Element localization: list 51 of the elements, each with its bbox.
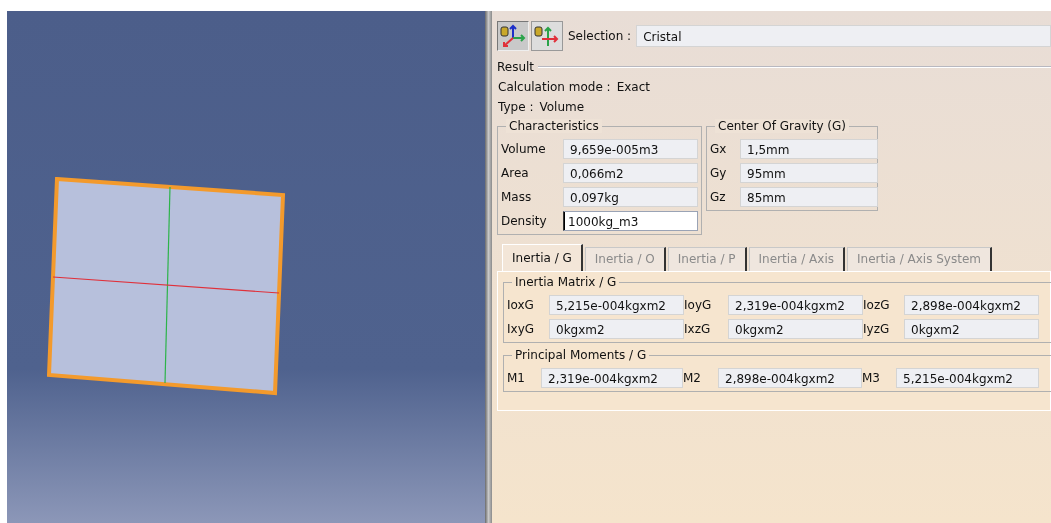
- value-field: 0kgxm2: [549, 319, 684, 339]
- field-label: IozG: [863, 298, 891, 312]
- field-label: Gz: [710, 190, 727, 204]
- field-label: IoxG: [507, 298, 535, 312]
- field-label: Density: [501, 214, 548, 228]
- value-field: 2,319e-004kgxm2: [728, 295, 863, 315]
- value-field: 0,097kg: [563, 187, 698, 207]
- tab[interactable]: Inertia / G: [502, 244, 583, 271]
- value-field: 95mm: [740, 163, 878, 183]
- value-field: 2,898e-004kgxm2: [904, 295, 1039, 315]
- value-field: 0kgxm2: [728, 319, 863, 339]
- axis-system-button[interactable]: [531, 21, 563, 51]
- result-heading: Result: [497, 60, 535, 74]
- input-field[interactable]: 1000kg_m3: [563, 211, 698, 231]
- group-title: Characteristics: [506, 119, 602, 133]
- value-field: 5,215e-004kgxm2: [549, 295, 684, 315]
- group-title: Inertia Matrix / G: [512, 275, 620, 289]
- field-label: IyzG: [863, 322, 891, 336]
- tab[interactable]: Inertia / Axis: [748, 247, 845, 271]
- value-field: 1,5mm: [740, 139, 878, 159]
- result-label: Calculation mode :: [498, 80, 611, 94]
- field-label: IxzG: [684, 322, 712, 336]
- field-label: M1: [507, 371, 526, 385]
- value-field: 85mm: [740, 187, 878, 207]
- value-field: 5,215e-004kgxm2: [896, 368, 1039, 388]
- value-field: 2,319e-004kgxm2: [541, 368, 683, 388]
- field-label: M3: [862, 371, 881, 385]
- field-label: Gx: [710, 142, 728, 156]
- field-label: IxyG: [507, 322, 536, 336]
- result-value: Volume: [539, 100, 585, 114]
- result-value: Exact: [616, 80, 650, 94]
- value-field: 9,659e-005m3: [563, 139, 698, 159]
- tab[interactable]: Inertia / O: [584, 247, 666, 271]
- tab[interactable]: Inertia / Axis System: [847, 247, 992, 271]
- tab[interactable]: Inertia / P: [667, 247, 747, 271]
- field-label: IoyG: [684, 298, 713, 312]
- value-field: 0kgxm2: [904, 319, 1039, 339]
- selection-label: Selection :: [568, 29, 632, 43]
- field-label: Gy: [710, 166, 728, 180]
- field-label: Mass: [501, 190, 533, 204]
- splitter-bar[interactable]: [485, 11, 492, 523]
- field-label: M2: [683, 371, 702, 385]
- value-field: 2,898e-004kgxm2: [718, 368, 862, 388]
- selection-field[interactable]: Cristal: [636, 25, 1051, 47]
- field-label: Area: [501, 166, 530, 180]
- field-label: Volume: [501, 142, 547, 156]
- group-title: Principal Moments / G: [512, 348, 650, 362]
- axis-button[interactable]: [497, 21, 529, 51]
- value-field: 0,066m2: [563, 163, 698, 183]
- result-label: Type :: [498, 100, 534, 114]
- group-title: Center Of Gravity (G): [715, 119, 849, 133]
